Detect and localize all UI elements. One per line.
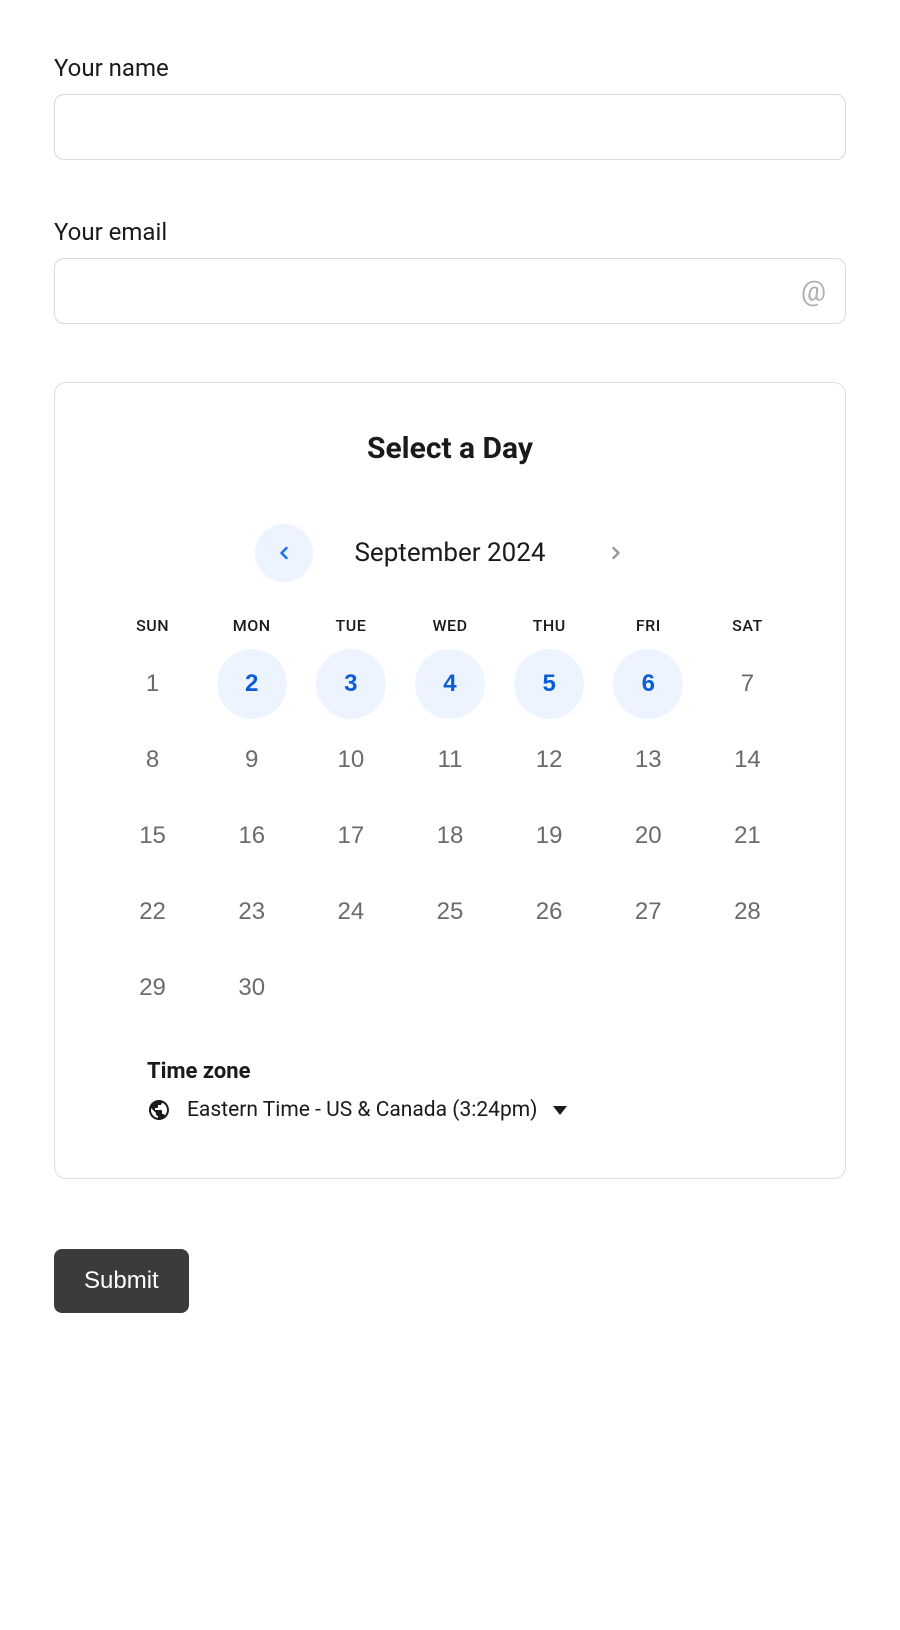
timezone-title: Time zone bbox=[147, 1059, 797, 1084]
day-cell: 29 bbox=[118, 953, 188, 1023]
email-input[interactable] bbox=[54, 258, 846, 324]
week-row: 29 30 bbox=[103, 953, 797, 1023]
day-cell: 15 bbox=[118, 801, 188, 871]
weekday-label: SAT bbox=[732, 616, 763, 635]
calendar-card: Select a Day September 2024 SUN MON TUE WED… bbox=[54, 382, 846, 1179]
weekday-label: FRI bbox=[636, 616, 661, 635]
day-cell: 16 bbox=[217, 801, 287, 871]
weekday-label: TUE bbox=[335, 616, 366, 635]
name-input[interactable] bbox=[54, 94, 846, 160]
week-row: 1234567 bbox=[103, 649, 797, 719]
day-cell: 28 bbox=[712, 877, 782, 947]
day-cell: 22 bbox=[118, 877, 188, 947]
day-cell[interactable]: 2 bbox=[217, 649, 287, 719]
day-cell: 7 bbox=[712, 649, 782, 719]
weekday-label: MON bbox=[233, 616, 271, 635]
day-cell[interactable]: 6 bbox=[613, 649, 683, 719]
day-cell[interactable]: 5 bbox=[514, 649, 584, 719]
day-cell[interactable]: 4 bbox=[415, 649, 485, 719]
day-cell: 8 bbox=[118, 725, 188, 795]
month-nav: September 2024 bbox=[103, 524, 797, 582]
day-cell[interactable]: 3 bbox=[316, 649, 386, 719]
calendar-title: Select a Day bbox=[103, 431, 797, 466]
submit-button[interactable]: Submit bbox=[54, 1249, 189, 1313]
timezone-select[interactable]: Eastern Time - US & Canada (3:24pm) bbox=[147, 1098, 797, 1122]
day-cell: 23 bbox=[217, 877, 287, 947]
email-field-group: Your email @ bbox=[54, 218, 846, 324]
name-field-group: Your name bbox=[54, 54, 846, 160]
month-label: September 2024 bbox=[335, 538, 565, 568]
week-row: 89 10 11 12 13 14 bbox=[103, 725, 797, 795]
day-cell: 17 bbox=[316, 801, 386, 871]
day-cell: 19 bbox=[514, 801, 584, 871]
day-cell: 9 bbox=[217, 725, 287, 795]
weekday-label: WED bbox=[432, 616, 467, 635]
day-cell: 20 bbox=[613, 801, 683, 871]
day-cell: 10 bbox=[316, 725, 386, 795]
day-cell: 18 bbox=[415, 801, 485, 871]
day-cell: 26 bbox=[514, 877, 584, 947]
week-row: 15 16 17 18 19 20 21 bbox=[103, 801, 797, 871]
chevron-left-icon bbox=[274, 543, 294, 563]
calendar-grid: 1234567891011121314151617181920212223242… bbox=[103, 649, 797, 1023]
timezone-value: Eastern Time - US & Canada (3:24pm) bbox=[187, 1098, 537, 1122]
day-cell: 27 bbox=[613, 877, 683, 947]
day-cell: 14 bbox=[712, 725, 782, 795]
prev-month-button[interactable] bbox=[255, 524, 313, 582]
name-label: Your name bbox=[54, 54, 846, 82]
timezone-block: Time zone Eastern Time - US & Canada (3:… bbox=[103, 1059, 797, 1122]
chevron-right-icon bbox=[606, 543, 626, 563]
day-cell: 24 bbox=[316, 877, 386, 947]
weekday-label: SUN bbox=[136, 616, 169, 635]
email-label: Your email bbox=[54, 218, 846, 246]
day-cell: 21 bbox=[712, 801, 782, 871]
weekday-label: THU bbox=[533, 616, 566, 635]
weekday-row: SUN MON TUE WED THU FRI SAT bbox=[103, 616, 797, 635]
next-month-button[interactable] bbox=[587, 524, 645, 582]
day-cell: 13 bbox=[613, 725, 683, 795]
caret-down-icon bbox=[553, 1106, 567, 1115]
day-cell: 1 bbox=[118, 649, 188, 719]
globe-icon bbox=[147, 1098, 171, 1122]
week-row: 22 23 24 25 26 27 28 bbox=[103, 877, 797, 947]
day-cell: 25 bbox=[415, 877, 485, 947]
day-cell: 11 bbox=[415, 725, 485, 795]
day-cell: 12 bbox=[514, 725, 584, 795]
day-cell: 30 bbox=[217, 953, 287, 1023]
